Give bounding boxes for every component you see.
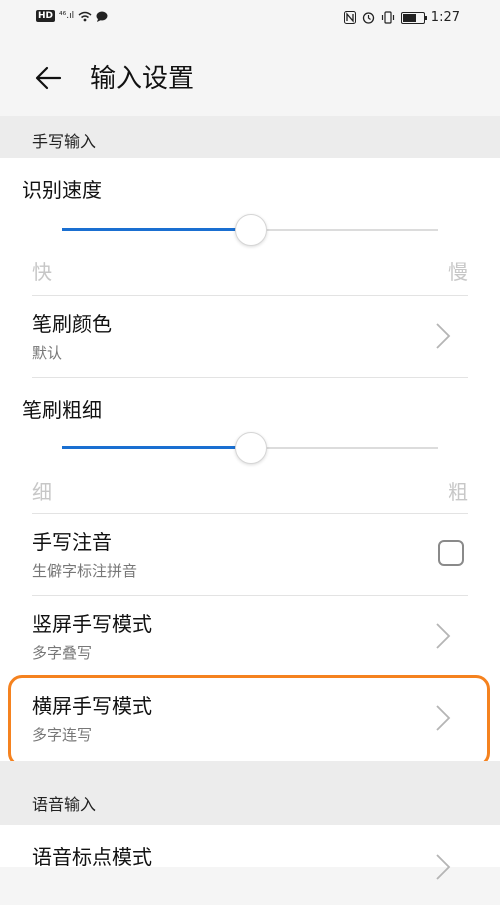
page-title: 输入设置	[90, 64, 195, 94]
handwriting-phonetic-subtitle: 生僻字标注拼音	[32, 562, 138, 580]
slider-active-track	[62, 446, 250, 449]
signal-icon: ⁴⁶.ıl	[59, 11, 75, 21]
slider-thumb[interactable]	[235, 214, 267, 246]
handwriting-settings-panel: 识别速度 快 慢 笔刷颜色 默认 笔刷粗细 细 粗 手写注音 生僻字标注拼音 竖…	[0, 158, 500, 761]
voice-punctuation-row[interactable]: 语音标点模式	[0, 825, 500, 905]
handwriting-phonetic-row[interactable]: 手写注音 生僻字标注拼音	[0, 514, 500, 594]
portrait-mode-title: 竖屏手写模式	[32, 612, 152, 636]
status-left: HD ⁴⁶.ıl	[36, 10, 108, 22]
recognition-speed-slider[interactable]	[62, 212, 438, 248]
portrait-mode-row[interactable]: 竖屏手写模式 多字叠写	[0, 596, 500, 676]
speed-min-label: 快	[32, 260, 52, 284]
battery-icon	[400, 11, 427, 24]
nfc-icon	[343, 11, 356, 24]
section-header-handwriting: 手写输入	[0, 116, 500, 158]
arrow-left-icon[interactable]	[30, 60, 66, 96]
landscape-mode-value: 多字连写	[32, 726, 93, 744]
thickness-max-label: 粗	[448, 480, 468, 504]
landscape-mode-title: 横屏手写模式	[32, 694, 152, 718]
brush-thickness-label: 笔刷粗细	[22, 398, 102, 422]
chevron-right-icon	[436, 854, 451, 880]
status-right: 1:27	[343, 10, 460, 25]
slider-thumb[interactable]	[235, 432, 267, 464]
vibrate-icon	[381, 11, 394, 24]
app-bar: 输入设置	[0, 38, 500, 116]
chevron-right-icon	[436, 705, 451, 731]
status-time: 1:27	[430, 10, 460, 25]
speed-max-label: 慢	[448, 260, 468, 284]
hd-badge: HD	[36, 10, 56, 22]
divider	[32, 377, 468, 378]
voice-punctuation-title: 语音标点模式	[32, 845, 152, 869]
thickness-min-label: 细	[32, 480, 52, 504]
chevron-right-icon	[436, 623, 451, 649]
section-header-voice: 语音输入	[0, 761, 500, 825]
section-label-handwriting: 手写输入	[32, 132, 97, 151]
voice-settings-panel: 语音标点模式	[0, 825, 500, 880]
handwriting-phonetic-checkbox[interactable]	[438, 540, 464, 566]
handwriting-phonetic-title: 手写注音	[32, 530, 112, 554]
brush-thickness-slider[interactable]	[62, 430, 438, 466]
brush-color-value: 默认	[32, 344, 63, 362]
status-bar: HD ⁴⁶.ıl 1:27	[0, 0, 500, 38]
chat-bubble-icon	[96, 11, 108, 22]
landscape-mode-row[interactable]: 横屏手写模式 多字连写	[0, 678, 500, 758]
slider-active-track	[62, 228, 250, 231]
chevron-right-icon	[436, 323, 451, 349]
brush-color-title: 笔刷颜色	[32, 312, 112, 336]
recognition-speed-label: 识别速度	[22, 178, 102, 202]
section-label-voice: 语音输入	[32, 795, 97, 814]
wifi-icon	[78, 11, 92, 21]
alarm-icon	[362, 12, 374, 24]
brush-color-row[interactable]: 笔刷颜色 默认	[0, 296, 500, 376]
portrait-mode-value: 多字叠写	[32, 644, 93, 662]
